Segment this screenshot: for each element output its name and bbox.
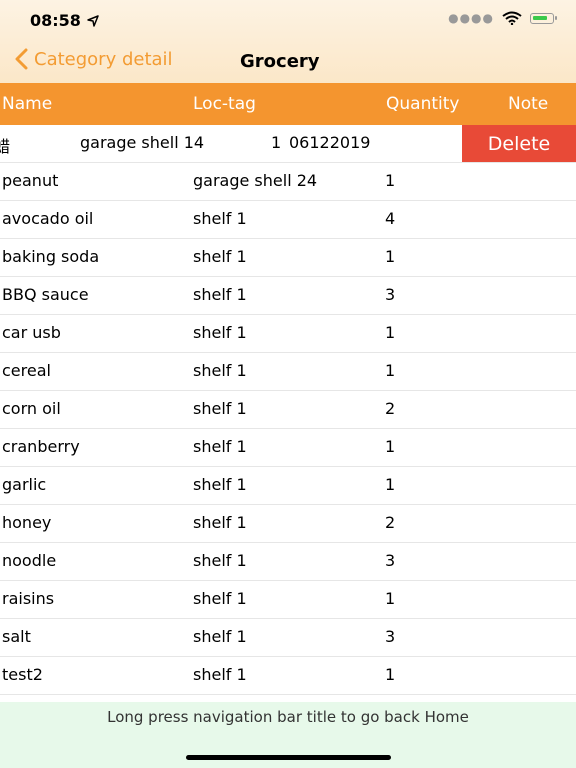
- cell-quantity: 2: [385, 513, 396, 532]
- cell-quantity: 3: [385, 627, 396, 646]
- cell-loc-tag: shelf 1: [193, 589, 247, 608]
- cell-loc-tag: shelf 1: [193, 513, 247, 532]
- home-indicator[interactable]: [186, 755, 391, 760]
- cell-quantity: 1: [271, 133, 282, 152]
- cell-loc-tag: shelf 1: [193, 475, 247, 494]
- cell-loc-tag: shelf 1: [193, 665, 247, 684]
- cell-name: test2: [2, 665, 43, 684]
- chevron-left-icon: [15, 48, 28, 70]
- cell-quantity: 2: [385, 399, 396, 418]
- header-quantity: Quantity: [386, 94, 460, 114]
- cell-loc-tag: garage shell 14: [80, 133, 205, 152]
- cell-name: corn oil: [2, 399, 61, 418]
- cell-quantity: 1: [385, 171, 396, 190]
- table-row[interactable]: baking soda shelf 1 1: [0, 239, 576, 277]
- cell-name: salt: [2, 627, 31, 646]
- cell-loc-tag: shelf 1: [193, 361, 247, 380]
- back-button-label: Category detail: [34, 48, 173, 70]
- table-header: Name Loc-tag Quantity Note: [0, 83, 576, 125]
- cell-quantity: 4: [385, 209, 396, 228]
- cell-loc-tag: shelf 1: [193, 399, 247, 418]
- wifi-icon: [502, 11, 522, 25]
- table-row[interactable]: corn oil shelf 1 2: [0, 391, 576, 429]
- header-note: Note: [508, 94, 549, 114]
- table-row[interactable]: cranberry shelf 1 1: [0, 429, 576, 467]
- cell-quantity: 1: [385, 323, 396, 342]
- footer-hint-bar: Long press navigation bar title to go ba…: [0, 702, 576, 768]
- cell-quantity: 3: [385, 285, 396, 304]
- cell-quantity: 3: [385, 551, 396, 570]
- cell-name: 蜡: [0, 137, 11, 156]
- nav-title[interactable]: Grocery: [240, 51, 320, 72]
- status-time-text: 08:58: [30, 11, 81, 30]
- header-name: Name: [2, 94, 53, 114]
- cell-quantity: 1: [385, 665, 396, 684]
- cell-name: noodle: [2, 551, 57, 570]
- cell-loc-tag: shelf 1: [193, 323, 247, 342]
- cell-quantity: 1: [385, 247, 396, 266]
- cell-name: peanut: [2, 171, 59, 190]
- table-row[interactable]: test2 shelf 1 1: [0, 657, 576, 695]
- cell-name: honey: [2, 513, 52, 532]
- table-row[interactable]: noodle shelf 1 3: [0, 543, 576, 581]
- table-row[interactable]: garlic shelf 1 1: [0, 467, 576, 505]
- cell-name: garlic: [2, 475, 47, 494]
- table-row[interactable]: honey shelf 1 2: [0, 505, 576, 543]
- cell-quantity: 1: [385, 589, 396, 608]
- table-row[interactable]: avocado oil shelf 1 4: [0, 201, 576, 239]
- cell-name: cereal: [2, 361, 51, 380]
- cell-loc-tag: shelf 1: [193, 209, 247, 228]
- table-row[interactable]: raisins shelf 1 1: [0, 581, 576, 619]
- cell-loc-tag: shelf 1: [193, 247, 247, 266]
- back-button[interactable]: Category detail: [14, 48, 173, 70]
- cell-name: car usb: [2, 323, 61, 342]
- cell-note: 06122019: [289, 133, 371, 152]
- header-loc-tag: Loc-tag: [193, 94, 256, 114]
- table-row[interactable]: BBQ sauce shelf 1 3: [0, 277, 576, 315]
- cell-loc-tag: garage shell 24: [193, 171, 318, 190]
- table-row[interactable]: car usb shelf 1 1: [0, 315, 576, 353]
- cell-name: raisins: [2, 589, 55, 608]
- cell-name: avocado oil: [2, 209, 94, 228]
- table-row[interactable]: salt shelf 1 3: [0, 619, 576, 657]
- footer-hint: Long press navigation bar title to go ba…: [107, 708, 469, 726]
- table-row[interactable]: peanut garage shell 24 1: [0, 163, 576, 201]
- signal-dots-icon: ●●●●: [448, 11, 494, 25]
- status-icons: ●●●●: [448, 11, 557, 25]
- cell-name: cranberry: [2, 437, 80, 456]
- cell-loc-tag: shelf 1: [193, 437, 247, 456]
- cell-loc-tag: shelf 1: [193, 551, 247, 570]
- cell-loc-tag: shelf 1: [193, 285, 247, 304]
- cell-name: BBQ sauce: [2, 285, 89, 304]
- navigation-bar: 08:58 ●●●● Category detail Grocery: [0, 0, 576, 83]
- delete-button[interactable]: Delete: [462, 125, 576, 162]
- cell-quantity: 1: [385, 361, 396, 380]
- cell-quantity: 1: [385, 437, 396, 456]
- status-time: 08:58: [30, 11, 99, 30]
- battery-charging-icon: [530, 12, 557, 24]
- cell-loc-tag: shelf 1: [193, 627, 247, 646]
- table-row[interactable]: cereal shelf 1 1: [0, 353, 576, 391]
- cell-name: baking soda: [2, 247, 100, 266]
- location-arrow-icon: [86, 15, 99, 27]
- cell-quantity: 1: [385, 475, 396, 494]
- table-row-swiped[interactable]: 蜡 garage shell 14 1 06122019 Delete: [0, 125, 576, 163]
